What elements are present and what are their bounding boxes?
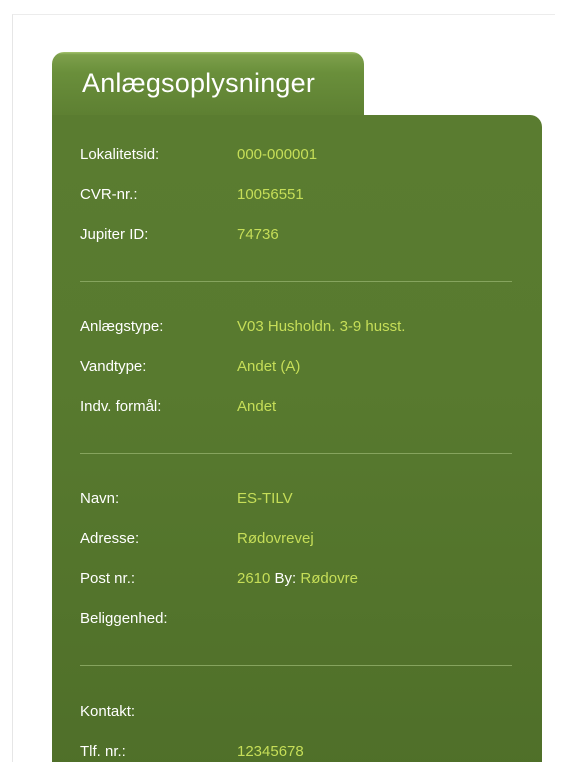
- facility-info-panel: Lokalitetsid: 000-000001 CVR-nr.: 100565…: [52, 115, 542, 762]
- anlaegstype-value: V03 Husholdn. 3-9 husst.: [237, 318, 406, 335]
- indv-formaal-value: Andet: [237, 398, 277, 415]
- tlf-label: Tlf. nr.:: [80, 743, 126, 760]
- adresse-value: Rødovrevej: [237, 530, 314, 547]
- cvr-label: CVR-nr.:: [80, 186, 138, 203]
- kontakt-label: Kontakt:: [80, 703, 136, 720]
- section-divider: [80, 665, 512, 666]
- tlf-value: 12345678: [237, 743, 304, 760]
- vandtype-label: Vandtype:: [80, 358, 147, 375]
- post-nr-value-group: 2610 By: Rødovre: [237, 568, 358, 590]
- beliggenhed-label: Beliggenhed:: [80, 610, 168, 627]
- by-label: By:: [274, 570, 297, 587]
- panel-tab: Anlægsoplysninger: [52, 52, 364, 120]
- jupiter-id-label: Jupiter ID:: [80, 226, 149, 243]
- section-divider: [80, 281, 512, 282]
- navn-label: Navn:: [80, 490, 120, 507]
- indv-formaal-label: Indv. formål:: [80, 398, 162, 415]
- lokalitetsid-value: 000-000001: [237, 146, 318, 163]
- anlaegstype-label: Anlægstype:: [80, 318, 164, 335]
- vandtype-value: Andet (A): [237, 358, 301, 375]
- navn-value: ES-TILV: [237, 490, 293, 507]
- section-divider: [80, 453, 512, 454]
- post-nr-value: 2610: [237, 570, 271, 587]
- by-value: Rødovre: [300, 570, 358, 587]
- lokalitetsid-label: Lokalitetsid:: [80, 146, 160, 163]
- cvr-value: 10056551: [237, 186, 304, 203]
- page: Anlægsoplysninger Lokalitetsid: 000-0000…: [0, 0, 576, 762]
- jupiter-id-value: 74736: [237, 226, 279, 243]
- panel-title: Anlægsoplysninger: [82, 68, 316, 98]
- post-nr-label: Post nr.:: [80, 570, 136, 587]
- adresse-label: Adresse:: [80, 530, 140, 547]
